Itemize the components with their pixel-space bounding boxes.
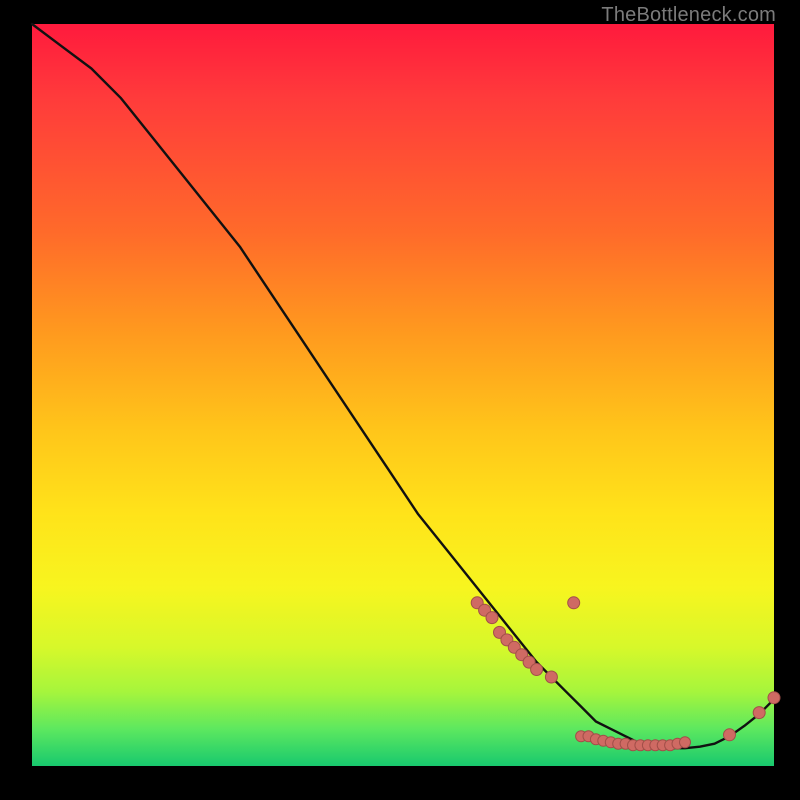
plot-area [32, 24, 774, 766]
marker-dot [753, 707, 765, 719]
marker-dot [545, 671, 557, 683]
marker-dot [768, 692, 780, 704]
marker-group [471, 597, 780, 751]
marker-dot [531, 664, 543, 676]
bottleneck-curve-line [32, 24, 774, 748]
marker-dot [680, 737, 691, 748]
marker-dot [724, 729, 736, 741]
marker-dot [486, 612, 498, 624]
chart-svg [32, 24, 774, 766]
marker-dot [568, 597, 580, 609]
chart-stage: TheBottleneck.com [0, 0, 800, 800]
